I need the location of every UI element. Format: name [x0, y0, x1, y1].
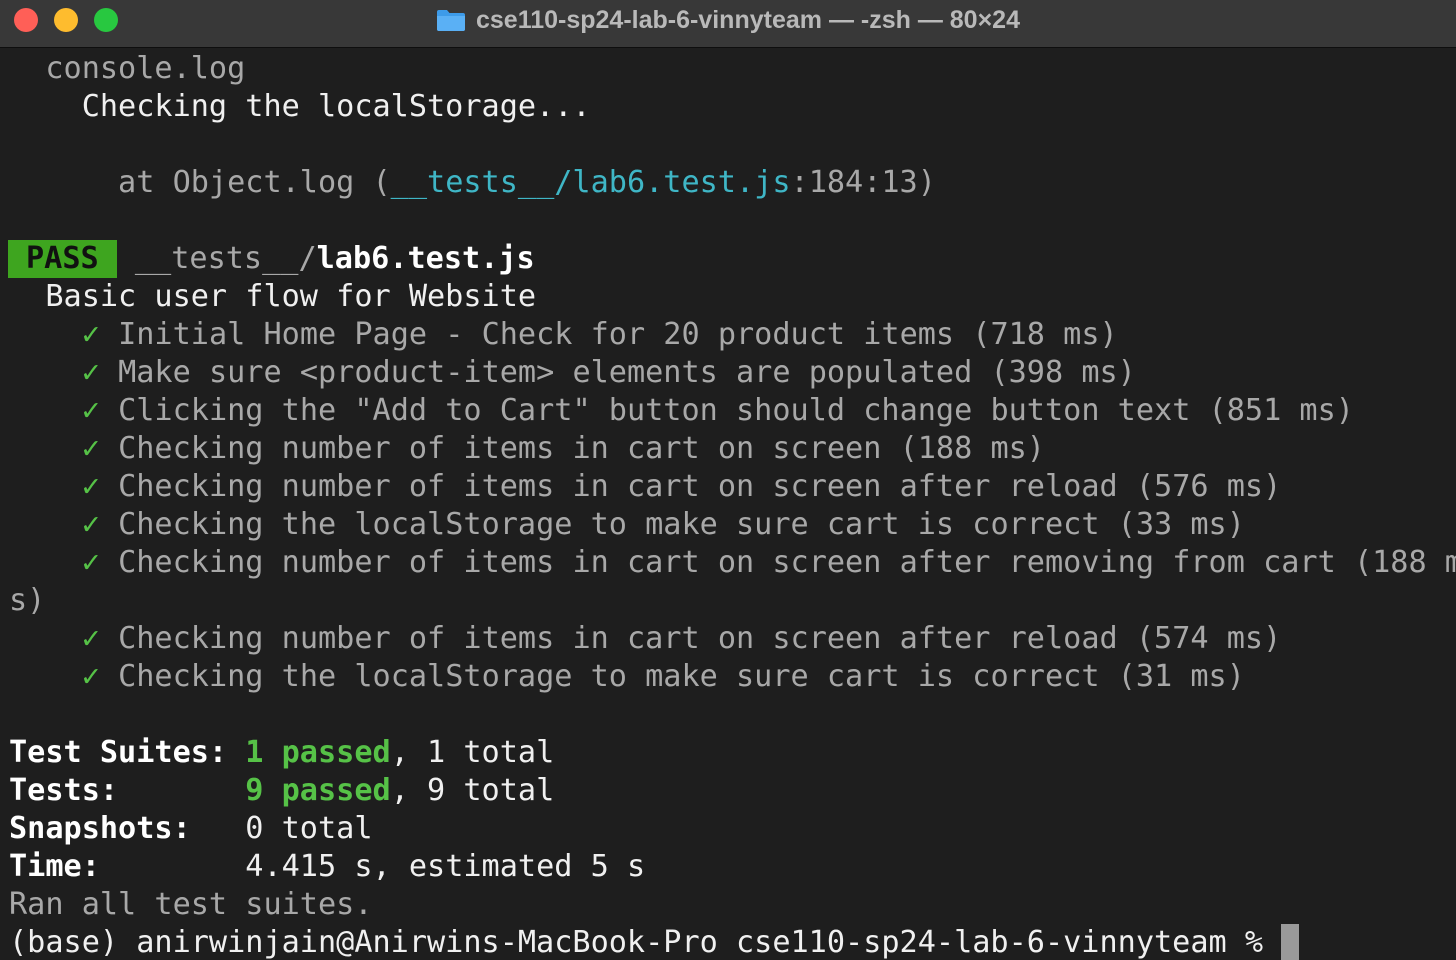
- stack-trace-suffix: :184:13): [790, 165, 936, 200]
- check-icon: ✓: [81, 621, 100, 656]
- summary-time: Time: 4.415 s, estimated 5 s: [9, 848, 645, 886]
- summary-snapshots-label: Snapshots:: [9, 811, 246, 846]
- window-title: cse110-sp24-lab-6-vinnyteam — -zsh — 80×…: [475, 5, 1020, 34]
- text-cursor: [1281, 924, 1300, 960]
- test-item-text: Checking number of items in cart on scre…: [118, 469, 1282, 504]
- console-log-header: console.log: [9, 51, 246, 86]
- test-item-text: Initial Home Page - Check for 20 product…: [118, 317, 1118, 352]
- stack-trace-line: at Object.log (__tests__/lab6.test.js:18…: [9, 164, 936, 202]
- test-item: ✓ Checking number of items in cart on sc…: [9, 620, 1282, 658]
- test-item-text: Checking number of items in cart on scre…: [118, 621, 1282, 656]
- terminal-window: cse110-sp24-lab-6-vinnyteam — -zsh — 80×…: [0, 0, 1456, 960]
- test-item: ✓ Make sure <product-item> elements are …: [9, 354, 1136, 392]
- summary-time-value: 4.415 s, estimated 5 s: [245, 849, 646, 884]
- test-item: ✓ Checking number of items in cart on sc…: [9, 468, 1282, 506]
- test-item-text: Clicking the "Add to Cart" button should…: [118, 393, 1354, 428]
- summary-time-label: Time:: [9, 849, 246, 884]
- summary-suites-passed: 1 passed: [245, 735, 391, 770]
- summary-tests-passed: 9 passed: [245, 773, 391, 808]
- test-item: ✓ Clicking the "Add to Cart" button shou…: [9, 392, 1354, 430]
- test-file-dir: __tests__/: [116, 241, 317, 276]
- summary-suites: Test Suites: 1 passed, 1 total: [9, 734, 554, 772]
- check-icon: ✓: [81, 507, 100, 542]
- test-file-name: lab6.test.js: [316, 241, 535, 276]
- test-item-text: Make sure <product-item> elements are po…: [118, 355, 1136, 390]
- summary-tests-total: , 9 total: [390, 773, 555, 808]
- test-item-text: Checking number of items in cart on scre…: [118, 545, 1456, 580]
- check-icon: ✓: [81, 317, 100, 352]
- pass-badge: PASS: [8, 240, 117, 278]
- test-item-text: Checking the localStorage to make sure c…: [118, 507, 1245, 542]
- test-file-result: PASS __tests__/lab6.test.js: [8, 240, 535, 278]
- suite-name: Basic user flow for Website: [9, 279, 537, 314]
- test-item-wrap: s): [9, 583, 46, 618]
- summary-suites-total: , 1 total: [390, 735, 555, 770]
- check-icon: ✓: [81, 659, 100, 694]
- check-icon: ✓: [81, 355, 100, 390]
- test-item: ✓ Checking the localStorage to make sure…: [9, 658, 1245, 696]
- test-item: ✓ Checking number of items in cart on sc…: [9, 544, 1456, 582]
- test-item-text: Checking the localStorage to make sure c…: [118, 659, 1245, 694]
- check-icon: ✓: [81, 431, 100, 466]
- summary-snapshots-value: 0 total: [245, 811, 373, 846]
- folder-icon: [436, 8, 466, 32]
- summary-tests-label: Tests:: [9, 773, 246, 808]
- stack-trace-prefix: at Object.log (: [9, 165, 391, 200]
- summary-snapshots: Snapshots: 0 total: [9, 810, 373, 848]
- stack-trace-path: __tests__/lab6.test.js: [390, 165, 791, 200]
- terminal-output[interactable]: console.log Checking the localStorage...…: [0, 48, 1456, 960]
- test-item-text: Checking number of items in cart on scre…: [118, 431, 1045, 466]
- test-item: ✓ Checking the localStorage to make sure…: [9, 506, 1245, 544]
- ran-all-message: Ran all test suites.: [9, 887, 373, 922]
- prompt-text: (base) anirwinjain@Anirwins-MacBook-Pro …: [9, 925, 1282, 960]
- test-item: ✓ Checking number of items in cart on sc…: [9, 430, 1045, 468]
- test-item: ✓ Initial Home Page - Check for 20 produ…: [9, 316, 1118, 354]
- summary-tests: Tests: 9 passed, 9 total: [9, 772, 554, 810]
- check-icon: ✓: [81, 393, 100, 428]
- shell-prompt[interactable]: (base) anirwinjain@Anirwins-MacBook-Pro …: [9, 924, 1300, 960]
- console-log-message: Checking the localStorage...: [9, 89, 591, 124]
- check-icon: ✓: [81, 469, 100, 504]
- summary-suites-label: Test Suites:: [9, 735, 246, 770]
- check-icon: ✓: [81, 545, 100, 580]
- title-bar[interactable]: cse110-sp24-lab-6-vinnyteam — -zsh — 80×…: [0, 0, 1456, 48]
